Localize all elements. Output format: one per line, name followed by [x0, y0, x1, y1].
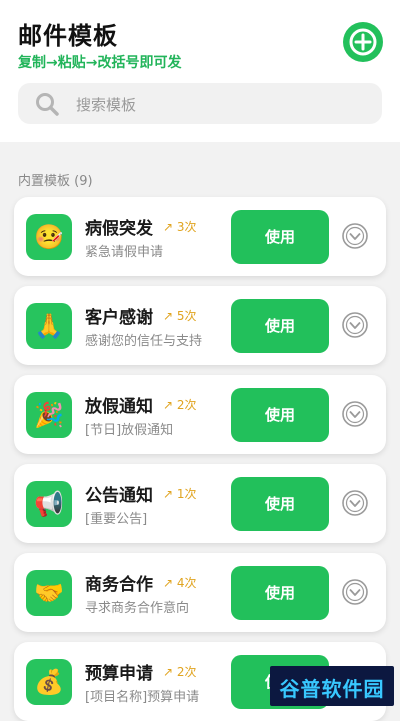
usage-count: ↗ 5次 — [163, 309, 197, 323]
template-emoji: 🤝 — [34, 579, 64, 607]
use-button[interactable]: 使用 — [231, 566, 329, 620]
template-icon: 📢 — [26, 481, 72, 527]
use-button[interactable]: 使用 — [231, 210, 329, 264]
search-input[interactable]: 搜索模板 — [76, 94, 136, 115]
use-button[interactable]: 使用 — [231, 388, 329, 442]
template-name: 客户感谢 — [85, 308, 153, 328]
template-name: 放假通知 — [85, 397, 153, 417]
use-button[interactable]: 使用 — [231, 299, 329, 353]
template-icon: 💰 — [26, 659, 72, 705]
watermark-logo: 谷普软件园 — [270, 666, 394, 706]
template-name: 商务合作 — [85, 575, 153, 595]
template-emoji: 💰 — [34, 668, 64, 696]
usage-count: ↗ 1次 — [163, 487, 197, 501]
template-icon: 🤒 — [26, 214, 72, 260]
template-card[interactable]: 🎉 放假通知 ↗ 2次 [节日]放假通知 使用 — [14, 375, 386, 454]
usage-count: ↗ 2次 — [163, 665, 197, 679]
template-icon: 🙏 — [26, 303, 72, 349]
page-subtitle: 复制→粘贴→改括号即可发 — [18, 55, 182, 71]
page-title: 邮件模板 — [18, 22, 118, 50]
usage-count: ↗ 2次 — [163, 398, 197, 412]
template-icon: 🎉 — [26, 392, 72, 438]
template-name: 病假突发 — [85, 219, 153, 239]
template-emoji: 🙏 — [34, 312, 64, 340]
search-icon — [36, 93, 59, 116]
usage-count: ↗ 4次 — [163, 576, 197, 590]
template-description: 感谢您的信任与支持 — [85, 334, 203, 349]
template-card[interactable]: 🤒 病假突发 ↗ 3次紧急请假申请 使用 — [14, 197, 386, 276]
chevron-down-circle-icon[interactable] — [341, 578, 369, 606]
template-name: 公告通知 — [85, 486, 153, 506]
template-emoji: 🎉 — [34, 401, 64, 429]
search-bar[interactable]: 搜索模板 — [18, 83, 382, 124]
template-description: [重要公告] — [85, 512, 148, 527]
plus-circle-icon — [349, 28, 377, 56]
chevron-down-circle-icon[interactable] — [341, 311, 369, 339]
template-description: 寻求商务合作意向 — [85, 601, 190, 616]
chevron-down-circle-icon[interactable] — [341, 489, 369, 517]
add-template-button[interactable] — [343, 22, 383, 62]
template-emoji: 📢 — [34, 490, 64, 518]
template-card[interactable]: 📢 公告通知 ↗ 1次 [重要公告] 使用 — [14, 464, 386, 543]
section-title: 内置模板 (9) — [18, 174, 93, 189]
template-card[interactable]: 🙏 客户感谢 ↗ 5次感谢您的信任与支持 使用 — [14, 286, 386, 365]
use-button[interactable]: 使用 — [231, 477, 329, 531]
chevron-down-circle-icon[interactable] — [341, 400, 369, 428]
template-emoji: 🤒 — [34, 223, 64, 251]
template-description: [项目名称]预算申请 — [85, 690, 200, 705]
template-description: [节日]放假通知 — [85, 423, 174, 438]
template-name: 预算申请 — [85, 664, 153, 684]
watermark-text: 谷普软件园 — [279, 677, 385, 701]
app-header: 邮件模板 复制→粘贴→改括号即可发 搜索模板 — [0, 0, 400, 142]
chevron-down-circle-icon[interactable] — [341, 222, 369, 250]
template-description: 紧急请假申请 — [85, 245, 164, 260]
usage-count: ↗ 3次 — [163, 220, 197, 234]
template-icon: 🤝 — [26, 570, 72, 616]
template-card[interactable]: 🤝 商务合作 ↗ 4次寻求商务合作意向 使用 — [14, 553, 386, 632]
